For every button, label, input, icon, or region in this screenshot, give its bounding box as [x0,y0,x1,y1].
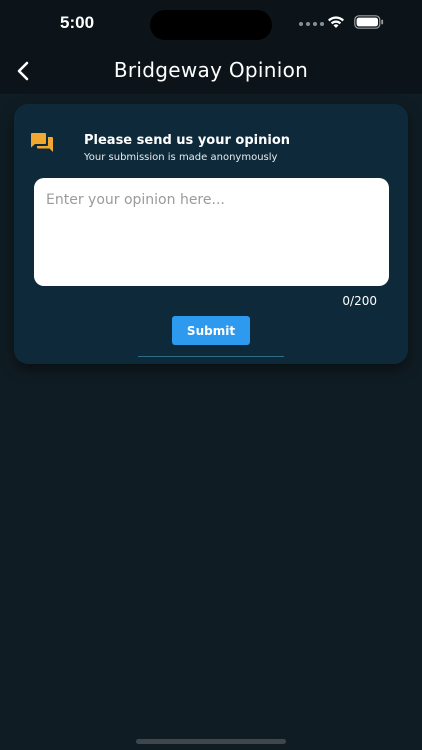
chat-bubbles-icon [31,133,53,152]
page-title: Bridgeway Opinion [113,58,309,82]
opinion-screen: 5:00 Bridgeway Opinion Please send us yo… [0,0,422,750]
status-time: 5:00 [60,13,95,32]
status-bar: 5:00 [0,0,422,48]
submit-button[interactable]: Submit [172,316,250,345]
opinion-card: Please send us your opinion Your submiss… [14,104,408,364]
battery-icon [354,15,384,29]
signal-icon [299,22,324,26]
home-indicator[interactable] [136,739,286,744]
char-count: 0/200 [342,294,377,308]
card-heading: Please send us your opinion [84,133,291,148]
nav-bar: Bridgeway Opinion [0,48,422,94]
wifi-icon [328,16,344,28]
card-subheading: Your submission is made anonymously [84,152,278,163]
divider [138,356,284,357]
opinion-input[interactable] [34,178,389,286]
dynamic-island [150,10,272,40]
